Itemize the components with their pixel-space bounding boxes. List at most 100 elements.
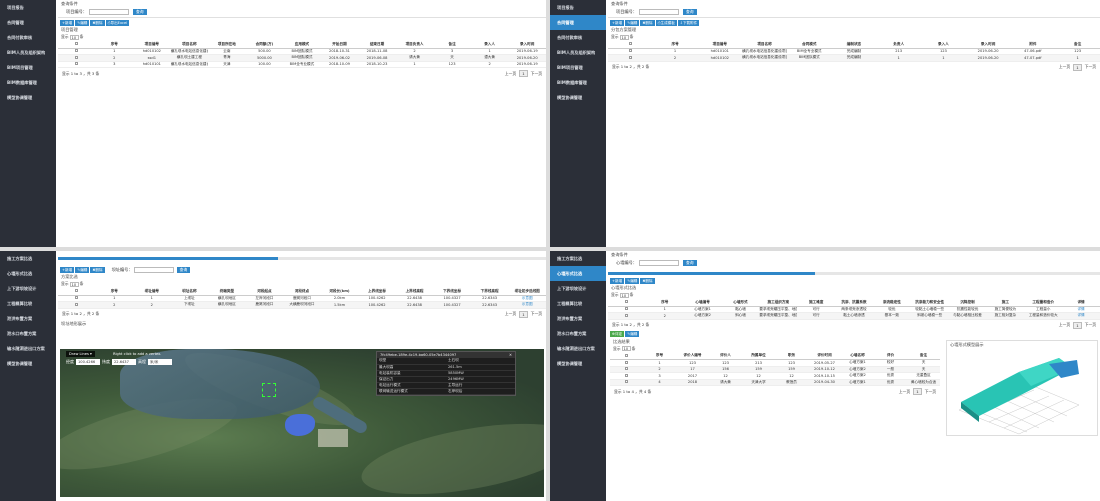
sidebar-item[interactable]: 工程概算比较 [0, 296, 56, 311]
row-checkbox[interactable] [628, 55, 632, 59]
table-cell[interactable]: 示意图 [508, 301, 546, 309]
toolbar-button[interactable]: ✎编辑 [75, 19, 90, 26]
sidebar-item[interactable]: 上下游坝坡设计 [550, 281, 606, 296]
toolbar-button[interactable]: ✖删除 [640, 277, 655, 284]
select-all-checkbox[interactable] [628, 42, 632, 46]
prev-page-button[interactable]: 上一页 [899, 389, 910, 395]
row-checkbox[interactable] [625, 373, 628, 377]
page-size-select[interactable]: 10 [69, 34, 79, 40]
lng-value[interactable]: 100.4266 [76, 359, 100, 365]
sidebar-item[interactable]: 心墙形式比选 [550, 266, 606, 281]
toolbar-button[interactable]: ✖删除 [640, 19, 655, 26]
page-size-select[interactable]: 10 [69, 281, 79, 287]
draw-lines-toolbar[interactable]: Draw Lines ▾ [66, 351, 95, 357]
sidebar-item[interactable]: BIM项目管理 [0, 60, 56, 75]
row-checkbox[interactable] [75, 302, 79, 306]
table-row[interactable]: 2 2 下坝址 横孔坝地区 鹿窝河段口 大横鹿坝河段口 1.5km 100.4262 22.64… [58, 301, 546, 309]
sidebar-item[interactable]: 项目报告 [0, 0, 56, 15]
toolbar-button[interactable]: ⊕评定 [610, 331, 625, 337]
alt-value[interactable]: 米/米 [148, 359, 172, 365]
select-all-checkbox[interactable] [75, 289, 79, 293]
sidebar-item[interactable]: 模型协调管理 [0, 90, 56, 105]
row-checkbox[interactable] [625, 360, 628, 364]
sidebar-item[interactable]: 合同管理 [0, 15, 56, 30]
sidebar-item[interactable]: BIM人员及组织架构 [550, 45, 606, 60]
close-icon[interactable]: ✕ [509, 353, 512, 357]
row-checkbox[interactable] [75, 62, 79, 66]
sidebar-item[interactable]: 合同付款审核 [550, 30, 606, 45]
table-row[interactable]: 4 2018 请大黄 天津大学 教授员 2019-04-30 心墙方案1 优秀 黄心墙较为合适 [610, 379, 940, 386]
toolbar-button[interactable]: +新增 [610, 277, 625, 284]
sidebar-item[interactable]: 泄水口布置方案 [0, 326, 56, 341]
select-all-checkbox[interactable] [625, 353, 628, 357]
sidebar-item[interactable]: 合同管理 [550, 15, 606, 30]
page-1-button[interactable]: 1 [1073, 63, 1082, 71]
toolbar-button[interactable]: ⎙导出Excel [105, 19, 130, 26]
page-size-select[interactable]: 10 [619, 292, 629, 298]
prev-page-button[interactable]: 上一页 [505, 71, 516, 77]
model-viewer[interactable]: 心墙形式模型展示 [946, 339, 1098, 436]
toolbar-button[interactable]: +新增 [610, 19, 625, 26]
next-page-button[interactable]: 下一页 [925, 389, 936, 395]
query-button[interactable]: 查询 [132, 9, 147, 15]
sidebar-item[interactable]: 泄水口布置方案 [550, 326, 606, 341]
row-checkbox[interactable] [75, 49, 79, 53]
table-row[interactable]: 2心墙方案2斜心墙要求坝壳碾压平整、地质条件较好可行黏土心墙渗透基本一致斜坡心墙… [608, 312, 1100, 320]
sidebar-item[interactable]: BIM人员及组织架构 [0, 45, 56, 60]
next-page-button[interactable]: 下一页 [1085, 64, 1096, 70]
page-1-button[interactable]: 1 [1073, 321, 1082, 329]
toolbar-button[interactable]: ✎编辑 [75, 266, 90, 273]
row-checkbox[interactable] [628, 49, 632, 53]
row-checkbox[interactable] [625, 307, 629, 311]
table-row[interactable]: 2 hd010102 横孔坝水电站信息化建设项目 BIM团队模式 完成编制 1 1 2019-… [608, 54, 1100, 62]
dam-code-input[interactable] [133, 266, 174, 273]
sidebar-item[interactable]: BIM数据库管理 [0, 75, 56, 90]
query-button[interactable]: 查询 [176, 266, 191, 273]
selection-box[interactable] [262, 383, 276, 397]
next-page-button[interactable]: 下一页 [531, 71, 542, 77]
sidebar-item[interactable]: 心墙形式比选 [0, 266, 56, 281]
query-button[interactable]: 查询 [682, 9, 697, 15]
sidebar-item[interactable]: 泄洪布置方案 [0, 311, 56, 326]
sidebar-item[interactable]: 合同付款审核 [0, 30, 56, 45]
toolbar-button[interactable]: +新增 [60, 266, 75, 273]
page-1-button[interactable]: 1 [519, 310, 528, 318]
toolbar-button[interactable]: ✎编辑 [625, 277, 640, 284]
terrain-map[interactable]: Draw Lines ▾ Right click to add a vertex… [60, 349, 544, 497]
sidebar-item[interactable]: 施工方案比选 [550, 251, 606, 266]
toolbar-button[interactable]: ✎编辑 [625, 331, 640, 337]
prev-page-button[interactable]: 上一页 [1059, 322, 1070, 328]
draw-lines-select[interactable]: Draw Lines [69, 352, 89, 356]
next-page-button[interactable]: 下一页 [531, 311, 542, 317]
sidebar-item[interactable]: 上下游坝坡设计 [0, 281, 56, 296]
sidebar-item[interactable]: 模型协调管理 [0, 356, 56, 371]
toolbar-button[interactable]: ⇩下载附件 [677, 19, 700, 26]
sidebar-item[interactable]: 模型协调管理 [550, 90, 606, 105]
row-checkbox[interactable] [625, 380, 628, 384]
page-size-select[interactable]: 10 [619, 34, 629, 40]
lat-value[interactable]: 22.6437 [112, 359, 136, 365]
page-1-button[interactable]: 1 [913, 388, 922, 395]
core-wall-code-input[interactable] [638, 260, 679, 266]
select-all-checkbox[interactable] [625, 300, 629, 304]
row-checkbox[interactable] [75, 296, 79, 300]
prev-page-button[interactable]: 上一页 [1059, 64, 1070, 70]
project-code-input[interactable] [88, 9, 129, 15]
page-1-button[interactable]: 1 [519, 70, 528, 77]
table-cell[interactable]: 详情 [1062, 312, 1100, 320]
sidebar-item[interactable]: 输水隧洞进出口方案 [550, 341, 606, 356]
sidebar-item[interactable]: 工程概算比较 [550, 296, 606, 311]
sidebar-item[interactable]: 模型协调管理 [550, 356, 606, 371]
toolbar-button[interactable]: ✖删除 [90, 19, 105, 26]
row-checkbox[interactable] [625, 313, 629, 317]
sidebar-item[interactable]: 泄洪布置方案 [550, 311, 606, 326]
sidebar-item[interactable]: 施工方案比选 [0, 251, 56, 266]
next-page-button[interactable]: 下一页 [1085, 322, 1096, 328]
sidebar-item[interactable]: 项目报告 [550, 0, 606, 15]
row-checkbox[interactable] [625, 367, 628, 371]
toolbar-button[interactable]: ⎙生成模板 [655, 19, 677, 26]
sidebar-item[interactable]: 输水隧洞进出口方案 [0, 341, 56, 356]
toolbar-button[interactable]: ✎编辑 [625, 19, 640, 26]
row-checkbox[interactable] [75, 55, 79, 59]
query-button[interactable]: 查询 [682, 260, 697, 266]
